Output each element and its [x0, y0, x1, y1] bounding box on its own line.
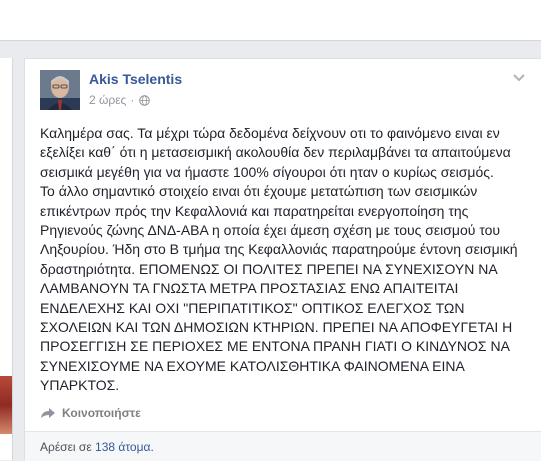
chevron-down-icon[interactable] [513, 73, 525, 83]
likes-count-link[interactable]: 138 άτομα [95, 440, 150, 454]
post-meta: 2 ώρες · [89, 93, 151, 107]
avatar-photo [40, 70, 80, 110]
left-thumbnail-image[interactable] [0, 376, 12, 434]
post-text-line: Ρηγιενούς ζώνης ΔΝΔ-ΑΒΑ η οποία έχει άμε… [40, 222, 501, 239]
post-text-line: επικέντρων πρός την Κεφαλλονιά και παρατ… [40, 202, 469, 219]
post-text-line: Καλημέρα σας. Τα μέχρι τώρα δεδομένα δεί… [40, 125, 500, 141]
globe-icon[interactable] [139, 94, 151, 106]
likes-suffix: . [150, 440, 154, 454]
post-text-line: σεισμικά μεγέθη για να ήμαστε 100% σίγου… [40, 163, 494, 180]
post-text-line: εξελίξει καθ΄ ότι η μετασεισμική ακολουθ… [40, 144, 511, 161]
post-text-line: Ληξουρίου. Ήδη στο Β τμήμα της Κεφαλλονι… [40, 241, 518, 258]
post-text-line: Το άλλο σημαντικό στοιχείο ειναι ότι έχο… [40, 183, 478, 200]
post-text-line: ΣΥΝΕΧΙΣΟΥΜΕ ΝΑ ΕΧΟΥΜΕ ΚΑΤΟΛΙΣΘΗΤΙΚΑ ΦΑΙΝ… [40, 357, 465, 374]
post-text-line: ΛΑΜΒΑΝΟΥΝ ΤΑ ΓΝΩΣΤΑ ΜΕΤΡΑ ΠΡΟΣΤΑΣΙΑΣ ΕΝΩ… [40, 280, 459, 297]
previous-post-card [0, 0, 541, 41]
author-avatar[interactable] [40, 70, 80, 110]
post-text-line: δραστηριότητα. ΕΠΟΜΕΝΩΣ ΟΙ ΠΟΛΙΤΕΣ ΠΡΕΠΕ… [40, 260, 498, 277]
post-timestamp[interactable]: 2 ώρες [89, 93, 126, 107]
share-button[interactable]: Κοινοποιήστε [40, 406, 141, 420]
likes-prefix: Αρέσει σε [40, 440, 92, 454]
likes-bar: Αρέσει σε 138 άτομα. [25, 431, 541, 461]
share-arrow-icon [41, 408, 55, 418]
post-card: Akis Tselentis 2 ώρες · Καλημέρα σας. Τα… [24, 58, 541, 461]
post-text-line: ΣΧΟΛΕΙΩΝ ΚΑΙ ΤΩΝ ΔΗΜΟΣΙΩΝ ΚΤΗΡΙΩΝ. ΠΡΕΠΕ… [40, 319, 513, 336]
post-text-line: ΕΝΔΕΛΕΧΗΣ ΚΑΙ ΟΧΙ "ΠΕΡΙΠΑΤΙΤΙΚΟΣ" ΟΠΤΙΚΟ… [40, 299, 465, 316]
share-label: Κοινοποιήστε [62, 406, 141, 420]
meta-separator: · [130, 93, 135, 107]
post-text: Καλημέρα σας. Τα μέχρι τώρα δεδομένα δεί… [40, 124, 530, 396]
post-text-line: ΠΡΟΣΕΓΓΙΣΗ ΣΕ ΠΕΡΙΟΧΕΣ ΜΕ ΕΝΤΟΝΑ ΠΡΑΝΗ Γ… [40, 338, 510, 355]
post-text-line: ΥΠΑΡΚΤΟΣ. [40, 377, 120, 394]
author-name-link[interactable]: Akis Tselentis [89, 71, 182, 87]
left-column-card [0, 58, 13, 460]
